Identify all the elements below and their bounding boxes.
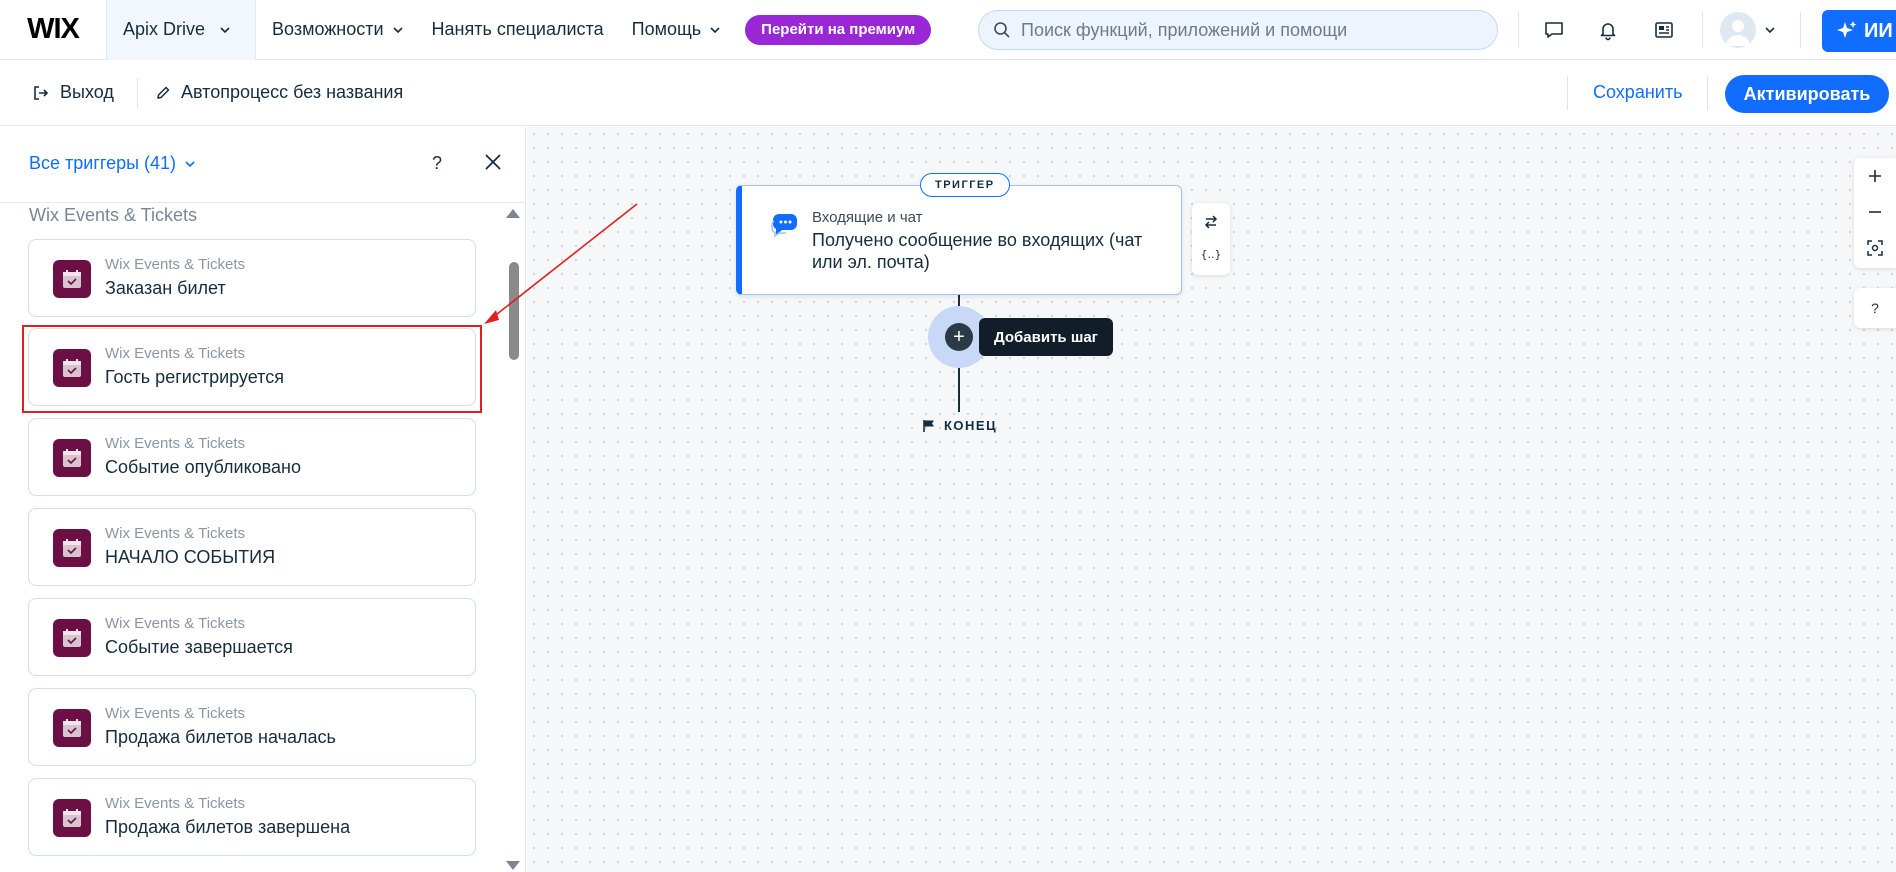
swap-icon[interactable]	[1202, 213, 1220, 231]
search-icon	[994, 22, 1010, 38]
chat-bubble-icon	[771, 214, 797, 238]
highlight-box	[22, 325, 482, 413]
chevron-down-icon	[220, 26, 230, 33]
panel-help-button[interactable]: ?	[432, 153, 442, 174]
calendar-icon	[53, 619, 91, 657]
chat-icon[interactable]	[1540, 16, 1568, 44]
header-divider	[1702, 12, 1703, 48]
wix-logo[interactable]: WIX	[0, 0, 106, 60]
avatar[interactable]	[1720, 12, 1756, 48]
minus-icon	[1869, 211, 1881, 213]
trigger-app-label: Wix Events & Tickets	[105, 615, 246, 632]
trigger-app-label: Wix Events & Tickets	[105, 705, 246, 722]
toolbar-divider	[1567, 76, 1568, 110]
trigger-app-label: Wix Events & Tickets	[105, 795, 246, 812]
calendar-icon	[53, 439, 91, 477]
trigger-badge: ТРИГГЕР	[920, 173, 1010, 197]
flag-icon	[923, 419, 934, 432]
calendar-icon	[53, 260, 91, 298]
bell-icon[interactable]	[1594, 16, 1622, 44]
header-divider	[1800, 12, 1801, 48]
trigger-name: Событие опубликовано	[105, 457, 301, 477]
panel-header: Все триггеры (41) ?	[0, 127, 525, 203]
nav-help[interactable]: Помощь	[632, 19, 722, 40]
activate-button[interactable]: Активировать	[1725, 75, 1889, 113]
top-header: WIX Apix Drive Возможности Нанять специа…	[0, 0, 1896, 60]
plus-icon	[1869, 170, 1881, 182]
all-triggers-dropdown[interactable]: Все триггеры (41)	[29, 153, 196, 174]
nav-hire-expert[interactable]: Нанять специалиста	[432, 19, 604, 40]
calendar-icon	[53, 709, 91, 747]
node-tools: {..}	[1192, 203, 1230, 275]
search-box[interactable]	[978, 10, 1498, 50]
section-title: Wix Events & Tickets	[29, 205, 198, 225]
automation-toolbar: Выход Автопроцесс без названия Сохранить…	[0, 60, 1896, 126]
upgrade-premium-button[interactable]: Перейти на премиум	[745, 14, 932, 45]
automation-title-text: Автопроцесс без названия	[181, 82, 404, 102]
toolbar-divider	[137, 78, 138, 108]
triggers-panel: Все триггеры (41) ? Wix Events & Tickets…	[0, 127, 526, 872]
trigger-card[interactable]: Wix Events & Tickets НАЧАЛО СОБЫТИЯ	[28, 508, 476, 586]
main-nav: Возможности Нанять специалиста Помощь Пе…	[272, 0, 932, 60]
zoom-out-button[interactable]	[1854, 194, 1896, 230]
trigger-name: Событие завершается	[105, 637, 293, 657]
canvas-help-button[interactable]: ?	[1854, 288, 1896, 328]
fit-screen-icon	[1867, 240, 1883, 256]
scrollbar-thumb[interactable]	[509, 262, 519, 360]
nav-features-label: Возможности	[272, 19, 384, 39]
automation-title[interactable]: Автопроцесс без названия	[155, 82, 403, 103]
nav-features[interactable]: Возможности	[272, 19, 404, 40]
nav-hire-expert-label: Нанять специалиста	[431, 19, 604, 39]
chevron-down-icon	[710, 26, 720, 33]
save-button[interactable]: Сохранить	[1593, 82, 1682, 103]
trigger-app-label: Wix Events & Tickets	[105, 525, 246, 542]
chevron-down-icon[interactable]	[1764, 24, 1776, 36]
chevron-down-icon	[185, 160, 195, 167]
trigger-name: Продажа билетов завершена	[105, 817, 351, 837]
calendar-icon	[53, 799, 91, 837]
zoom-in-button[interactable]	[1854, 158, 1896, 194]
all-triggers-label: Все триггеры (41)	[29, 153, 177, 173]
news-icon[interactable]	[1650, 16, 1678, 44]
trigger-card[interactable]: Wix Events & Tickets Продажа билетов заве…	[28, 778, 476, 856]
trigger-app-label: Wix Events & Tickets	[105, 256, 246, 273]
ai-label: ИИ	[1864, 19, 1893, 42]
sparkle-icon	[1837, 21, 1857, 38]
site-name: Apix Drive	[123, 19, 206, 39]
trigger-name: Заказан билет	[105, 278, 226, 298]
trigger-category: Входящие и чат	[812, 209, 923, 226]
trigger-description: Получено сообщение во входящих (чат или …	[812, 230, 1143, 272]
pencil-icon	[157, 86, 170, 99]
search-input[interactable]	[1021, 19, 1481, 41]
trigger-card[interactable]: Wix Events & Tickets Событие опубликовано	[28, 418, 476, 496]
add-step-button[interactable]: +	[945, 323, 973, 351]
end-label: КОНЕЦ	[944, 418, 998, 433]
trigger-node[interactable]: Входящие и чат Получено сообщение во вхо…	[736, 185, 1182, 295]
calendar-icon	[53, 529, 91, 567]
exit-button[interactable]: Выход	[32, 82, 114, 103]
end-marker: КОНЕЦ	[922, 418, 997, 433]
fit-to-screen-button[interactable]	[1854, 230, 1896, 266]
trigger-name: Продажа билетов началась	[105, 727, 336, 747]
ai-assistant-button[interactable]: ИИ	[1822, 10, 1896, 52]
close-icon[interactable]	[482, 151, 504, 173]
scroll-down-arrow[interactable]	[506, 861, 520, 870]
trigger-card[interactable]: Wix Events & Tickets Событие завершается	[28, 598, 476, 676]
trigger-app-label: Wix Events & Tickets	[105, 435, 246, 452]
trigger-card[interactable]: Wix Events & Tickets Заказан билет	[28, 239, 476, 317]
scroll-up-arrow[interactable]	[506, 209, 520, 218]
svg-text:{..}: {..}	[1201, 248, 1222, 261]
toolbar-divider	[1707, 76, 1708, 110]
variables-icon[interactable]: {..}	[1200, 245, 1222, 263]
header-divider	[1518, 12, 1519, 48]
exit-label: Выход	[60, 82, 114, 102]
trigger-name: НАЧАЛО СОБЫТИЯ	[105, 547, 276, 567]
trigger-card[interactable]: Wix Events & Tickets Продажа билетов нача…	[28, 688, 476, 766]
site-selector[interactable]: Apix Drive	[106, 0, 256, 60]
zoom-controls	[1854, 158, 1896, 268]
chevron-down-icon	[392, 26, 403, 33]
nav-help-label: Помощь	[631, 19, 702, 39]
add-step-tooltip: Добавить шаг	[979, 318, 1113, 356]
exit-icon	[34, 85, 49, 100]
